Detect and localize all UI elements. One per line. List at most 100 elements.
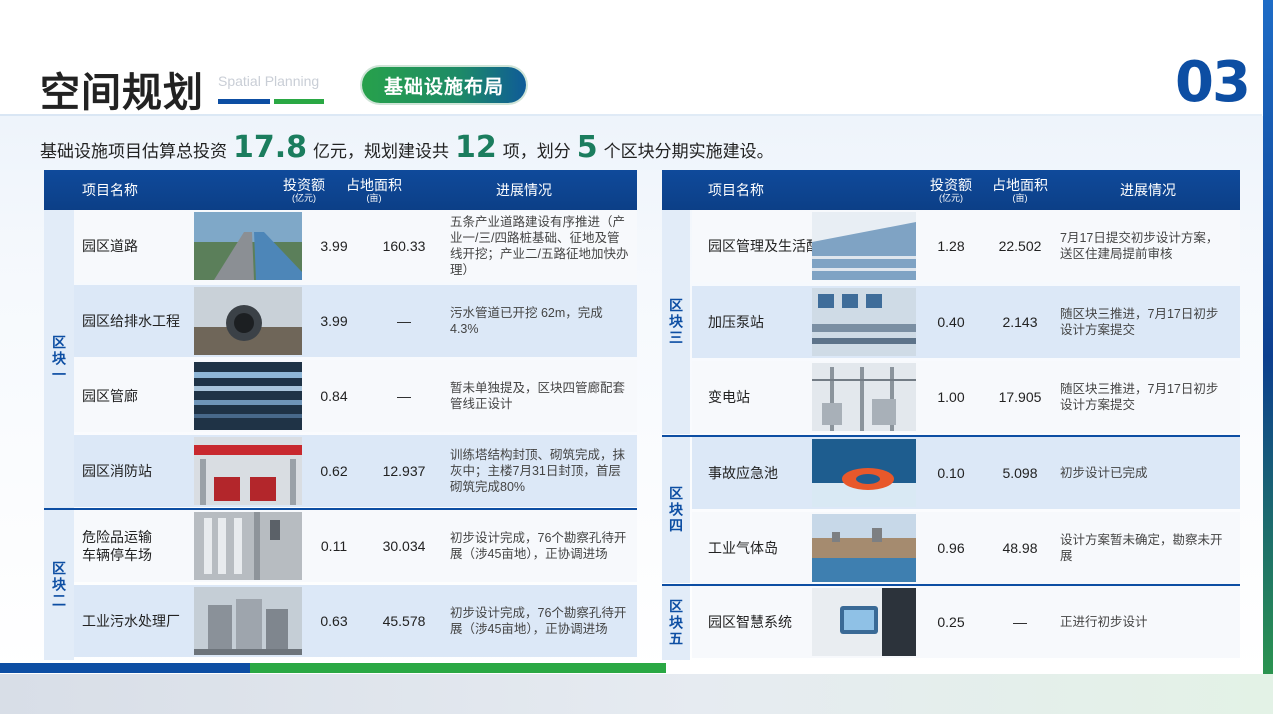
pump-image xyxy=(812,288,916,356)
col-header-name: 项目名称 xyxy=(708,182,764,198)
area-value: 12.937 xyxy=(382,463,426,479)
progress-text: 设计方案暂未确定，勘察未开展 xyxy=(1060,533,1223,563)
summary-project-count: 12 xyxy=(455,130,497,165)
area-value: — xyxy=(397,388,411,404)
area-value: 17.905 xyxy=(998,389,1042,405)
summary-text-1: 基础设施项目估算总投资 xyxy=(40,142,227,161)
investment-value: 3.99 xyxy=(320,313,348,329)
col-header-progress: 进展情况 xyxy=(496,182,552,198)
footer-bar-blue xyxy=(0,663,250,673)
col-header-area: 占地面积 (亩) xyxy=(992,176,1048,203)
summary-text-3: 项，划分 xyxy=(502,142,571,161)
parking-image xyxy=(194,512,302,580)
table-row: 园区道路 3.99 160.33 五条产业道路建设有序推进（产业一/三/四路桩基… xyxy=(74,210,637,282)
investment-value: 0.40 xyxy=(937,314,965,330)
table-row: 园区管理及生活配套中心 1.28 22.502 7月17日提交初步设计方案，送区… xyxy=(692,210,1240,282)
area-value: 160.33 xyxy=(382,238,426,254)
progress-text: 污水管道已开挖 62m，完成 4.3% xyxy=(450,306,603,336)
progress-text: 正进行初步设计 xyxy=(1060,615,1148,629)
table-row: 园区管廊 0.84 — 暂未单独提及，区块四管廊配套管线正设计 xyxy=(74,360,637,432)
area-value: 22.502 xyxy=(998,238,1042,254)
investment-value: 1.00 xyxy=(937,389,965,405)
area-value: 2.143 xyxy=(1002,314,1038,330)
area-value: — xyxy=(397,313,411,329)
progress-text: 随区块三推进，7月17日初步设计方案提交 xyxy=(1060,382,1219,412)
tunnel-image xyxy=(194,362,302,430)
table-header: 项目名称 投资额 (亿元) 占地面积 (亩) 进展情况 xyxy=(662,170,1240,210)
investment-value: 0.62 xyxy=(320,463,348,479)
title-underline-blue xyxy=(218,99,270,104)
project-name: 园区给排水工程 xyxy=(82,313,180,329)
table-row: 事故应急池 0.10 5.098 初步设计已完成 xyxy=(692,437,1240,509)
page-title: 空间规划 xyxy=(40,71,204,115)
progress-text: 初步设计完成，76个勘察孔待开展（涉45亩地），正协调进场 xyxy=(450,531,627,561)
investment-value: 0.63 xyxy=(320,613,348,629)
lifebuoy-image xyxy=(812,439,916,507)
table-row: 园区消防站 0.62 12.937 训练塔结构封顶、砌筑完成，抹灰中；主楼7月3… xyxy=(74,435,637,507)
project-name: 园区消防站 xyxy=(82,463,152,479)
project-name: 园区智慧系统 xyxy=(708,614,792,630)
zone-label: 区块一 xyxy=(44,210,74,508)
section-tag: 基础设施布局 xyxy=(362,67,526,103)
progress-text: 五条产业道路建设有序推进（产业一/三/四路桩基础、征地及管线开挖；产业二/五路征… xyxy=(450,215,629,277)
right-project-table: 项目名称 投资额 (亿元) 占地面积 (亩) 进展情况 区块三 区块四 区块五 园区… xyxy=(662,170,1240,660)
summary-investment: 17.8 xyxy=(233,130,308,165)
investment-value: 0.11 xyxy=(320,538,348,554)
table-header: 项目名称 投资额 (亿元) 占地面积 (亩) 进展情况 xyxy=(44,170,637,210)
industrial-image xyxy=(812,514,916,582)
investment-value: 0.10 xyxy=(937,465,965,481)
zone-label: 区块二 xyxy=(44,510,74,660)
summary-line: 基础设施项目估算总投资 17.8 亿元，规划建设共 12 项，划分 5 个区块分… xyxy=(40,130,774,165)
col-header-progress: 进展情况 xyxy=(1120,182,1176,198)
zone-label: 区块三 xyxy=(662,210,690,434)
col-header-area: 占地面积 (亩) xyxy=(346,176,402,203)
investment-value: 1.28 xyxy=(937,238,965,254)
project-name: 加压泵站 xyxy=(708,314,764,330)
substation-image xyxy=(812,363,916,431)
area-value: 5.098 xyxy=(1002,465,1038,481)
table-row: 变电站 1.00 17.905 随区块三推进，7月17日初步设计方案提交 xyxy=(692,361,1240,433)
project-name: 事故应急池 xyxy=(708,465,778,481)
table-row: 加压泵站 0.40 2.143 随区块三推进，7月17日初步设计方案提交 xyxy=(692,286,1240,358)
project-name: 工业污水处理厂 xyxy=(82,613,180,629)
left-project-table: 项目名称 投资额 (亿元) 占地面积 (亩) 进展情况 区块一 区块二 园区道路 3… xyxy=(44,170,637,660)
progress-text: 训练塔结构封顶、砌筑完成，抹灰中；主楼7月31日封顶，首层砌筑完成80% xyxy=(450,448,626,494)
investment-value: 0.84 xyxy=(320,388,348,404)
footer-bar-green xyxy=(250,663,666,673)
area-value: — xyxy=(1013,614,1027,630)
col-header-name: 项目名称 xyxy=(82,182,138,198)
col-header-investment: 投资额 (亿元) xyxy=(930,176,972,203)
area-value: 45.578 xyxy=(382,613,426,629)
project-name: 园区管廊 xyxy=(82,388,138,404)
tanks-image xyxy=(194,587,302,655)
page-number: 03 xyxy=(1175,50,1251,115)
project-name: 危险品运输车辆停车场 xyxy=(82,529,152,563)
project-name: 变电站 xyxy=(708,389,750,405)
summary-text-4: 个区块分期实施建设。 xyxy=(603,142,774,161)
progress-text: 暂未单独提及，区块四管廊配套管线正设计 xyxy=(450,381,626,411)
progress-text: 初步设计已完成 xyxy=(1060,466,1148,480)
table-row: 园区给排水工程 3.99 — 污水管道已开挖 62m，完成 4.3% xyxy=(74,285,637,357)
summary-block-count: 5 xyxy=(576,130,598,165)
area-value: 48.98 xyxy=(1002,540,1038,556)
investment-value: 3.99 xyxy=(320,238,348,254)
zone-label: 区块五 xyxy=(662,586,690,660)
tablet-image xyxy=(812,588,916,656)
project-name: 园区道路 xyxy=(82,238,138,254)
progress-text: 初步设计完成，76个勘察孔待开展（涉45亩地），正协调进场 xyxy=(450,606,627,636)
col-header-investment: 投资额 (亿元) xyxy=(283,176,325,203)
summary-text-2: 亿元，规划建设共 xyxy=(313,142,450,161)
investment-value: 0.96 xyxy=(937,540,965,556)
table-row: 园区智慧系统 0.25 — 正进行初步设计 xyxy=(692,586,1240,658)
pipe-image xyxy=(194,287,302,355)
progress-text: 随区块三推进，7月17日初步设计方案提交 xyxy=(1060,307,1219,337)
bottom-band xyxy=(0,674,1273,714)
fire-station-image xyxy=(194,437,302,505)
road-image xyxy=(194,212,302,280)
header-divider xyxy=(0,114,1262,116)
table-row: 工业气体岛 0.96 48.98 设计方案暂未确定，勘察未开展 xyxy=(692,512,1240,584)
progress-text: 7月17日提交初步设计方案，送区住建局提前审核 xyxy=(1060,231,1219,261)
project-name: 工业气体岛 xyxy=(708,540,778,556)
area-value: 30.034 xyxy=(382,538,426,554)
right-accent-stripe xyxy=(1263,0,1273,714)
